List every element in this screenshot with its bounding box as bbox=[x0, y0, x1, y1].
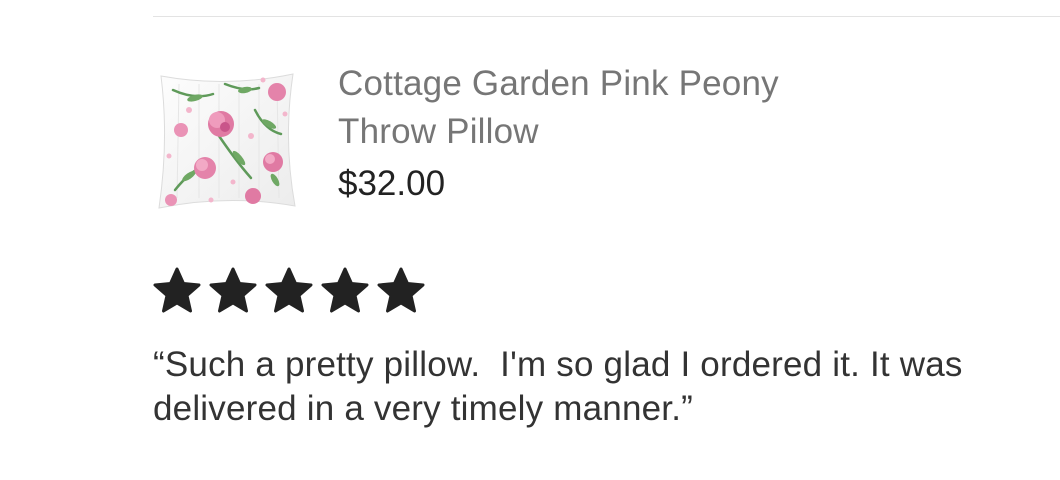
star-icon bbox=[209, 267, 257, 313]
product-image[interactable] bbox=[155, 70, 299, 210]
star-icon bbox=[321, 267, 369, 313]
top-divider bbox=[153, 16, 1060, 17]
product-price: $32.00 bbox=[338, 164, 446, 203]
star-icon bbox=[377, 267, 425, 313]
product-title-line1[interactable]: Cottage Garden Pink Peony bbox=[338, 60, 998, 108]
product-title-line2[interactable]: Throw Pillow bbox=[338, 108, 998, 156]
product-info: Cottage Garden Pink Peony Throw Pillow $… bbox=[338, 60, 998, 208]
review-text: “Such a pretty pillow. I'm so glad I ord… bbox=[153, 345, 963, 428]
star-icon bbox=[265, 267, 313, 313]
star-rating bbox=[152, 266, 426, 316]
product-title[interactable]: Cottage Garden Pink Peony Throw Pillow bbox=[338, 60, 998, 156]
product-card[interactable]: Cottage Garden Pink Peony Throw Pillow $… bbox=[153, 60, 1033, 220]
star-icon bbox=[153, 267, 201, 313]
